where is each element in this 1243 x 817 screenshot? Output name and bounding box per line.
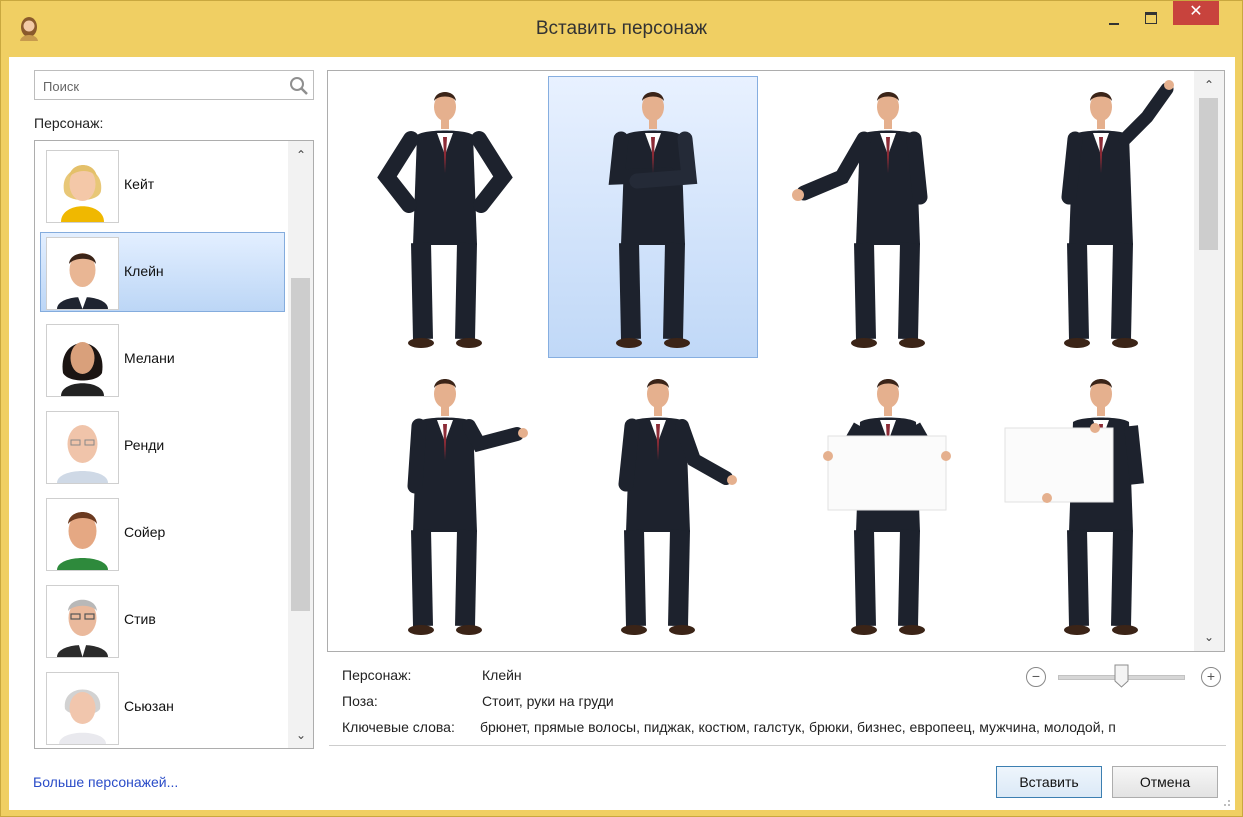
pose-gallery: ⌃ ⌄	[327, 70, 1225, 652]
pose-thumbnail[interactable]	[996, 76, 1206, 358]
character-item-randy[interactable]: Ренди	[40, 406, 285, 486]
divider	[329, 745, 1226, 746]
character-item-susan[interactable]: Сьюзан	[40, 667, 285, 747]
dialog-body: Персонаж: Кейт	[9, 57, 1235, 810]
character-item-klein[interactable]: Клейн	[40, 232, 285, 312]
character-list: Кейт Клейн Мелани Ренди Сойер Стив Сьюза…	[34, 140, 314, 749]
character-name: Клейн	[124, 263, 164, 279]
character-thumbnail	[46, 585, 119, 658]
pose-thumbnail[interactable]	[783, 76, 993, 358]
character-thumbnail	[46, 411, 119, 484]
info-keywords-label: Ключевые слова:	[342, 719, 455, 735]
pose-thumbnail[interactable]	[548, 76, 758, 358]
pose-info: Персонаж: Клейн Поза: Стоит, руки на гру…	[329, 653, 1229, 748]
cancel-button[interactable]: Отмена	[1112, 766, 1218, 798]
more-characters-link[interactable]: Больше персонажей...	[33, 774, 178, 790]
gallery-scrollbar[interactable]: ⌃ ⌄	[1194, 71, 1224, 651]
info-character-value: Клейн	[482, 667, 522, 683]
pose-thumbnail[interactable]	[340, 76, 550, 358]
character-item-steve[interactable]: Стив	[40, 580, 285, 660]
zoom-slider-thumb[interactable]	[1114, 664, 1129, 688]
pose-thumbnail[interactable]	[553, 363, 763, 645]
scroll-down-arrow-icon[interactable]: ⌄	[1196, 627, 1222, 647]
character-name: Мелани	[124, 350, 175, 366]
info-character-label: Персонаж:	[342, 667, 412, 683]
character-pose-image	[1004, 379, 1144, 635]
scroll-up-arrow-icon[interactable]: ⌃	[288, 145, 313, 165]
search-input[interactable]	[41, 74, 285, 98]
character-pose-image	[407, 379, 528, 635]
character-pose-image	[377, 92, 513, 348]
maximize-button[interactable]	[1131, 1, 1171, 39]
close-button[interactable]: ✕	[1173, 1, 1219, 25]
scroll-up-arrow-icon[interactable]: ⌃	[1196, 75, 1222, 95]
pose-thumbnail[interactable]	[783, 363, 993, 645]
character-name: Стив	[124, 611, 156, 627]
character-item-melanie[interactable]: Мелани	[40, 319, 285, 399]
zoom-out-icon[interactable]: −	[1026, 667, 1046, 687]
character-pose-image	[608, 92, 698, 348]
scrollbar-thumb[interactable]	[291, 278, 310, 611]
resize-grip-icon[interactable]	[1221, 797, 1231, 807]
info-pose-value: Стоит, руки на груди	[482, 693, 614, 709]
pose-thumbnail[interactable]	[340, 363, 550, 645]
character-pose-image	[1061, 80, 1174, 348]
insert-button[interactable]: Вставить	[996, 766, 1102, 798]
scrollbar-thumb[interactable]	[1199, 98, 1218, 250]
info-pose-label: Поза:	[342, 693, 378, 709]
zoom-in-icon[interactable]: +	[1201, 667, 1221, 687]
search-box[interactable]	[34, 70, 314, 100]
info-keywords-value: брюнет, прямые волосы, пиджак, костюм, г…	[480, 719, 1116, 735]
keywords-container: брюнет, прямые волосы, пиджак, костюм, г…	[480, 719, 1220, 741]
character-thumbnail	[46, 672, 119, 745]
title-bar: Вставить персонаж ✕	[1, 1, 1242, 61]
character-thumbnail	[46, 237, 119, 310]
character-list-label: Персонаж:	[34, 115, 104, 131]
character-pose-image	[823, 379, 951, 635]
character-list-scrollbar[interactable]: ⌃ ⌄	[288, 141, 313, 748]
pose-thumbnail[interactable]	[996, 363, 1206, 645]
character-item-sawyer[interactable]: Сойер	[40, 493, 285, 573]
character-thumbnail	[46, 150, 119, 223]
character-name: Кейт	[124, 176, 155, 192]
minimize-button[interactable]	[1096, 1, 1130, 39]
character-name: Сьюзан	[124, 698, 174, 714]
character-pose-image	[792, 92, 928, 348]
insert-character-dialog: Вставить персонаж ✕ Персонаж:	[0, 0, 1243, 817]
character-item-kate[interactable]: Кейт	[40, 145, 285, 225]
scroll-down-arrow-icon[interactable]: ⌄	[288, 725, 313, 745]
character-name: Ренди	[124, 437, 165, 453]
character-name: Сойер	[124, 524, 166, 540]
search-icon[interactable]	[289, 76, 309, 96]
character-thumbnail	[46, 324, 119, 397]
character-thumbnail	[46, 498, 119, 571]
character-pose-image	[618, 379, 737, 635]
window-title: Вставить персонаж	[535, 18, 708, 39]
